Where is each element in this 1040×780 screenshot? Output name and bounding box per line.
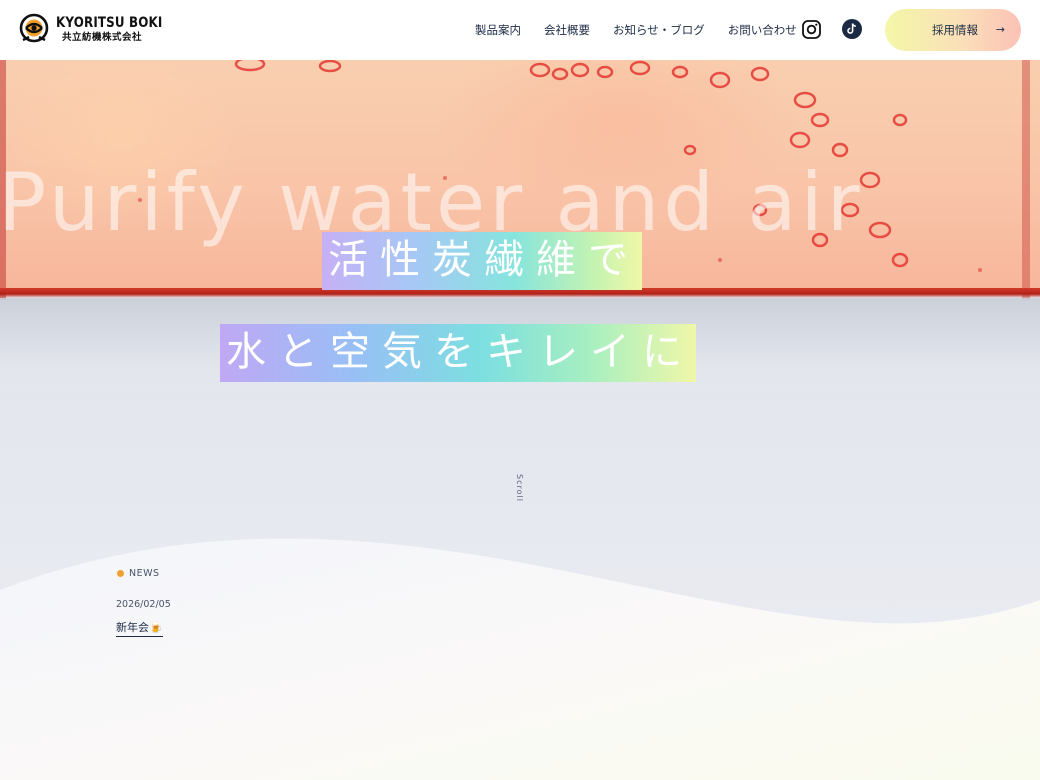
logo-mark-icon	[18, 13, 50, 45]
nav-item-company[interactable]: 会社概要	[544, 22, 590, 38]
logo-jp: 共立紡機株式会社	[62, 32, 143, 43]
site-logo[interactable]: KYORITSU BOKI 共立紡機株式会社	[18, 13, 186, 45]
instagram-icon[interactable]	[802, 20, 821, 39]
news-heading: NEWS	[117, 568, 160, 579]
logo-en: KYORITSU BOKI	[56, 14, 163, 31]
news-item-link[interactable]: 新年会🍺	[116, 619, 163, 637]
nav-item-products[interactable]: 製品案内	[475, 22, 521, 38]
global-nav: 製品案内 会社概要 お知らせ・ブログ お問い合わせ	[475, 22, 820, 38]
news-item-date: 2026/02/05	[116, 599, 171, 610]
hero-catch-line-1: 活性炭繊維で	[322, 232, 642, 290]
site-header: KYORITSU BOKI 共立紡機株式会社 製品案内 会社概要 お知らせ・ブロ…	[0, 0, 1040, 60]
recruit-button-label: 採用情報	[932, 23, 978, 37]
arrow-right-icon: →	[995, 23, 1005, 36]
recruit-button[interactable]: 採用情報 →	[885, 9, 1021, 51]
nav-item-contact[interactable]: お問い合わせ	[728, 22, 797, 38]
tiktok-icon[interactable]	[842, 19, 862, 39]
logo-text: KYORITSU BOKI 共立紡機株式会社	[56, 14, 186, 43]
hero-catch-line-2: 水と空気をキレイに	[220, 324, 696, 382]
news-dot-icon	[117, 570, 124, 577]
hero-section: Purify water and air 活性炭繊維で 水と空気をキレイに Sc…	[0, 60, 1040, 780]
news-heading-label: NEWS	[129, 568, 160, 579]
scroll-indicator[interactable]: Scroll	[515, 474, 524, 502]
nav-item-news-blog[interactable]: お知らせ・ブログ	[613, 22, 705, 38]
